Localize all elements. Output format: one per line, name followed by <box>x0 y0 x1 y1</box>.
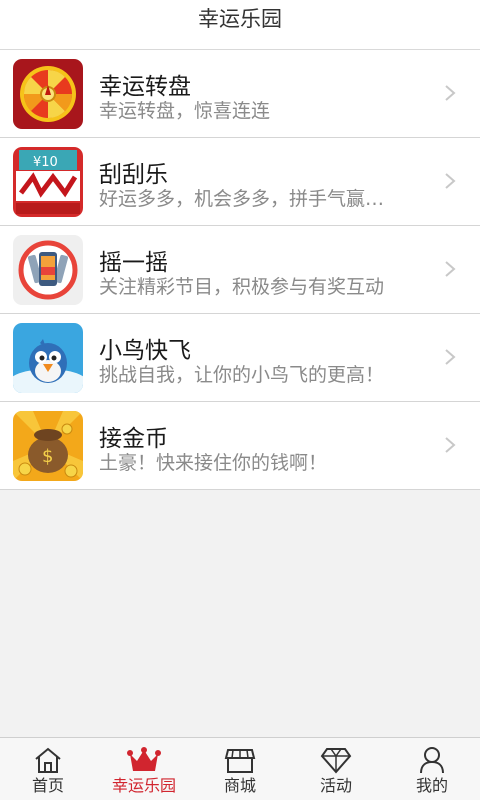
item-description: 关注精彩节目，积极参与有奖互动 <box>99 276 385 298</box>
bottom-tab-bar: 首页 幸运乐园 商城 活动 我的 <box>0 737 480 800</box>
scratch-card-icon: ¥10 <box>13 147 83 217</box>
shop-icon <box>224 749 256 773</box>
list-item-flappy-bird[interactable]: 小鸟快飞 挑战自我，让你的小鸟飞的更高！ <box>0 314 480 402</box>
list-item-catch-coins[interactable]: $ 接金币 土豪！快来接住你的钱啊！ <box>0 402 480 490</box>
tab-label: 活动 <box>319 776 352 795</box>
chevron-right-icon <box>445 437 456 453</box>
gold-coins-icon: $ <box>13 411 83 481</box>
tab-shop[interactable]: 商城 <box>192 738 288 800</box>
chevron-right-icon <box>445 261 456 277</box>
bird-icon <box>13 323 83 393</box>
chevron-right-icon <box>445 349 456 365</box>
chevron-right-icon <box>445 85 456 101</box>
svg-text:$: $ <box>42 446 53 467</box>
list-item-scratch-card[interactable]: ¥10 刮刮乐 好运多多，机会多多，拼手气赢… <box>0 138 480 226</box>
list-item-shake[interactable]: 摇一摇 关注精彩节目，积极参与有奖互动 <box>0 226 480 314</box>
user-icon <box>420 747 444 774</box>
page-title: 幸运乐园 <box>198 7 282 31</box>
item-description: 幸运转盘，惊喜连连 <box>99 100 271 122</box>
chevron-right-icon <box>445 173 456 189</box>
game-list: 幸运转盘 幸运转盘，惊喜连连 ¥10 刮刮乐 好运多多，机会多多，拼手气赢… 摇… <box>0 50 480 490</box>
tab-activity[interactable]: 活动 <box>288 738 384 800</box>
wheel-icon <box>13 59 83 129</box>
item-description: 好运多多，机会多多，拼手气赢… <box>99 188 385 210</box>
page-header: 幸运乐园 <box>0 0 480 50</box>
list-item-lucky-wheel[interactable]: 幸运转盘 幸运转盘，惊喜连连 <box>0 50 480 138</box>
tab-label: 商城 <box>223 776 256 795</box>
diamond-icon <box>320 748 352 774</box>
crown-icon <box>127 747 161 771</box>
item-description: 挑战自我，让你的小鸟飞的更高！ <box>99 364 385 386</box>
tab-home[interactable]: 首页 <box>0 738 96 800</box>
tab-label: 幸运乐园 <box>111 776 176 795</box>
tab-me[interactable]: 我的 <box>384 738 480 800</box>
tab-label: 我的 <box>415 776 448 795</box>
tab-label: 首页 <box>31 776 64 795</box>
tab-lucky-park[interactable]: 幸运乐园 <box>96 738 192 800</box>
item-description: 土豪！快来接住你的钱啊！ <box>99 452 328 474</box>
scratch-card-label: ¥10 <box>33 155 58 170</box>
shake-phone-icon <box>13 235 83 305</box>
home-icon <box>35 747 61 773</box>
